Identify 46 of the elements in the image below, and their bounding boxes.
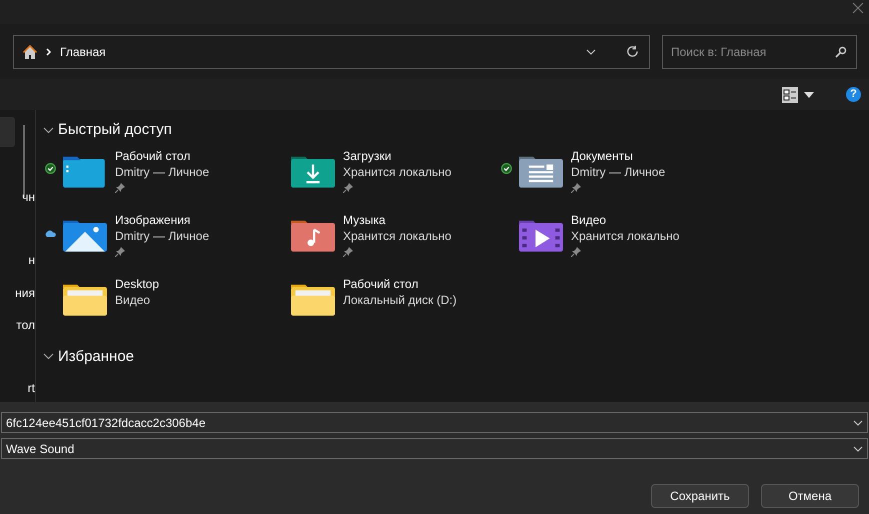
chevron-down-icon: [853, 420, 863, 426]
address-bar[interactable]: Главная: [13, 34, 650, 68]
sidebar-item[interactable]: н: [28, 251, 35, 269]
file-name-field[interactable]: 6fc124ee451cf01732fdcacc2c306b4e: [1, 412, 868, 433]
folder-location: Хранится локально: [343, 228, 452, 244]
folder-name[interactable]: Музыка: [343, 212, 452, 228]
chevron-down-icon[interactable]: [43, 353, 54, 360]
chevron-down-icon[interactable]: [586, 48, 596, 54]
folder-name[interactable]: Видео: [571, 212, 680, 228]
folder-name[interactable]: Документы: [571, 148, 666, 164]
sidebar-item[interactable]: чн: [22, 188, 35, 206]
folder-name[interactable]: Изображения: [115, 212, 210, 228]
help-button[interactable]: ?: [846, 87, 861, 102]
chevron-down-icon: [853, 446, 863, 452]
refresh-icon[interactable]: [626, 45, 639, 58]
sidebar-item[interactable]: ния: [15, 284, 35, 302]
chevron-right-icon: [46, 48, 52, 56]
folder-name[interactable]: Рабочий стол: [115, 148, 210, 164]
search-icon: [835, 46, 847, 58]
folder-name[interactable]: Загрузки: [343, 148, 452, 164]
home-icon: [22, 44, 38, 60]
folder-location: Хранится локально: [343, 164, 452, 180]
scrollbar-thumb[interactable]: [23, 125, 25, 197]
folder-location: Dmitry — Личное: [571, 164, 666, 180]
close-icon[interactable]: [852, 2, 864, 14]
sidebar-item[interactable]: rt: [28, 379, 35, 397]
view-layout-icon[interactable]: [782, 86, 798, 102]
folder-location: Локальный диск (D:): [343, 292, 457, 308]
section-title[interactable]: Быстрый доступ: [58, 119, 172, 142]
breadcrumb-item[interactable]: Главная: [60, 42, 106, 60]
folder-name[interactable]: Рабочий стол: [343, 276, 457, 292]
folder-location: Dmitry — Личное: [115, 164, 210, 180]
folder-location: Видео: [115, 292, 152, 308]
dropdown-arrow-icon[interactable]: [804, 92, 814, 98]
file-name-text: 6fc124ee451cf01732fdcacc2c306b4e: [6, 414, 206, 432]
folder-name[interactable]: Desktop: [115, 276, 160, 292]
search-field[interactable]: Поиск в: Главная: [662, 34, 857, 68]
folder-location: Dmitry — Личное: [115, 228, 210, 244]
folder-location: Хранится локально: [571, 228, 680, 244]
chevron-down-icon[interactable]: [43, 126, 54, 134]
sidebar-item[interactable]: тол: [16, 316, 35, 334]
save-button[interactable]: Сохранить: [651, 484, 749, 508]
file-type-text: Wave Sound: [6, 440, 74, 458]
section-title[interactable]: Избранное: [58, 346, 134, 368]
file-type-dropdown[interactable]: Wave Sound: [1, 438, 868, 459]
cancel-button[interactable]: Отмена: [761, 484, 859, 508]
